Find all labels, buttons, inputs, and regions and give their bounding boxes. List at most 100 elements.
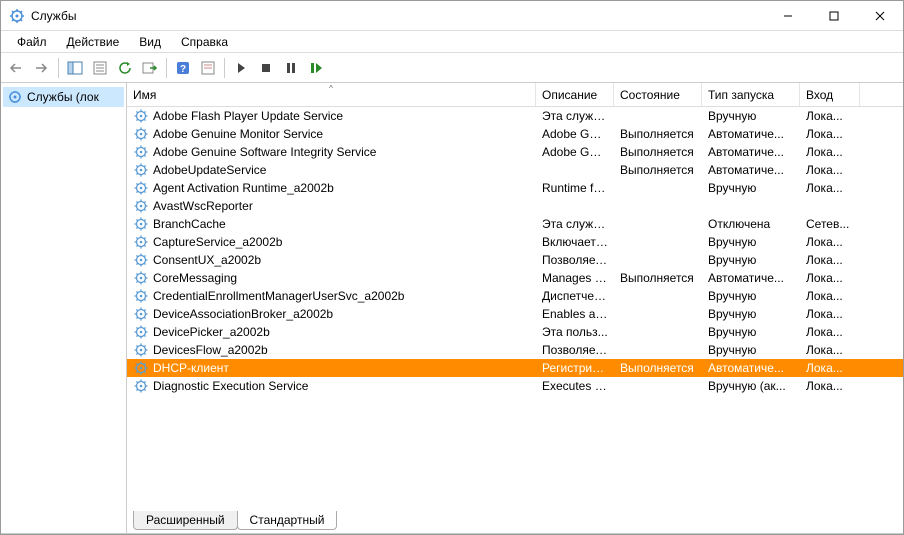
service-desc-cell: Эта служб... [536, 216, 614, 232]
close-button[interactable] [857, 1, 903, 31]
menu-view[interactable]: Вид [129, 33, 171, 51]
service-desc-cell [536, 169, 614, 171]
minimize-button[interactable] [765, 1, 811, 31]
restart-button[interactable] [304, 56, 328, 80]
service-logon-cell: Лока... [800, 180, 860, 196]
service-state-cell [614, 295, 702, 297]
svg-text:?: ? [180, 64, 186, 75]
menubar: Файл Действие Вид Справка [1, 31, 903, 53]
toolbar-separator [58, 58, 59, 78]
service-startup-cell: Вручную [702, 306, 800, 322]
service-desc-cell: Включает ... [536, 234, 614, 250]
service-logon-cell: Лока... [800, 360, 860, 376]
service-row[interactable]: Adobe Genuine Monitor ServiceAdobe Gen..… [127, 125, 903, 143]
service-row[interactable]: DevicesFlow_a2002bПозволяет...ВручнуюЛок… [127, 341, 903, 359]
service-row[interactable]: DHCP-клиентРегистрир...ВыполняетсяАвтома… [127, 359, 903, 377]
service-logon-cell: Лока... [800, 144, 860, 160]
gear-icon [133, 198, 149, 214]
stop-button[interactable] [254, 56, 278, 80]
service-startup-cell: Вручную [702, 108, 800, 124]
service-row[interactable]: CredentialEnrollmentManagerUserSvc_a2002… [127, 287, 903, 305]
properties-alt-button[interactable] [196, 56, 220, 80]
service-row[interactable]: Agent Activation Runtime_a2002bRuntime f… [127, 179, 903, 197]
service-row[interactable]: Adobe Flash Player Update ServiceЭта слу… [127, 107, 903, 125]
service-name: AdobeUpdateService [153, 163, 266, 177]
column-state[interactable]: Состояние [614, 83, 702, 106]
export-button[interactable] [138, 56, 162, 80]
tab-standard[interactable]: Стандартный [237, 511, 338, 530]
play-button[interactable] [229, 56, 253, 80]
service-row[interactable]: DeviceAssociationBroker_a2002bEnables ap… [127, 305, 903, 323]
tree-root-services[interactable]: Службы (лок [3, 87, 124, 107]
maximize-button[interactable] [811, 1, 857, 31]
service-desc-cell: Adobe Gen... [536, 144, 614, 160]
service-state-cell: Выполняется [614, 126, 702, 142]
service-row[interactable]: ConsentUX_a2002bПозволяет...ВручнуюЛока.… [127, 251, 903, 269]
service-state-cell [614, 349, 702, 351]
service-name-cell: Adobe Genuine Monitor Service [127, 125, 536, 143]
service-name-cell: CaptureService_a2002b [127, 233, 536, 251]
service-state-cell [614, 241, 702, 243]
service-row[interactable]: DevicePicker_a2002bЭта польз...ВручнуюЛо… [127, 323, 903, 341]
nav-forward-button[interactable] [30, 56, 54, 80]
column-name[interactable]: ^Имя [127, 83, 536, 106]
service-startup-cell: Автоматиче... [702, 270, 800, 286]
service-logon-cell: Лока... [800, 252, 860, 268]
service-startup-cell: Вручную (ак... [702, 378, 800, 394]
service-name-cell: DeviceAssociationBroker_a2002b [127, 305, 536, 323]
services-icon [7, 89, 23, 105]
toolbar-separator [166, 58, 167, 78]
column-headers: ^Имя Описание Состояние Тип запуска Вход [127, 83, 903, 107]
menu-action[interactable]: Действие [57, 33, 130, 51]
column-description[interactable]: Описание [536, 83, 614, 106]
service-row[interactable]: BranchCacheЭта служб...ОтключенаСетев... [127, 215, 903, 233]
service-row[interactable]: Diagnostic Execution ServiceExecutes di.… [127, 377, 903, 395]
service-desc-cell: Позволяет... [536, 252, 614, 268]
sort-arrow-icon: ^ [329, 84, 333, 93]
service-logon-cell: Лока... [800, 342, 860, 358]
service-name: Agent Activation Runtime_a2002b [153, 181, 334, 195]
gear-icon [133, 234, 149, 250]
gear-icon [133, 270, 149, 286]
menu-help[interactable]: Справка [171, 33, 238, 51]
service-name-cell: Agent Activation Runtime_a2002b [127, 179, 536, 197]
show-hide-tree-button[interactable] [63, 56, 87, 80]
service-startup-cell: Автоматиче... [702, 360, 800, 376]
gear-icon [133, 306, 149, 322]
refresh-button[interactable] [113, 56, 137, 80]
service-desc-cell: Adobe Gen... [536, 126, 614, 142]
service-name-cell: CredentialEnrollmentManagerUserSvc_a2002… [127, 287, 536, 305]
service-startup-cell: Вручную [702, 234, 800, 250]
service-name-cell: AdobeUpdateService [127, 161, 536, 179]
column-logon[interactable]: Вход [800, 83, 860, 106]
toolbar-separator [224, 58, 225, 78]
column-startup[interactable]: Тип запуска [702, 83, 800, 106]
gear-icon [133, 252, 149, 268]
menu-file[interactable]: Файл [7, 33, 57, 51]
tab-extended[interactable]: Расширенный [133, 511, 238, 530]
view-tabs: Расширенный Стандартный [127, 511, 903, 533]
service-name-cell: CoreMessaging [127, 269, 536, 287]
service-startup-cell: Автоматиче... [702, 144, 800, 160]
help-button[interactable]: ? [171, 56, 195, 80]
service-row[interactable]: AvastWscReporter [127, 197, 903, 215]
properties-button[interactable] [88, 56, 112, 80]
service-row[interactable]: AdobeUpdateServiceВыполняетсяАвтоматиче.… [127, 161, 903, 179]
tree-pane[interactable]: Службы (лок [1, 83, 127, 533]
pause-button[interactable] [279, 56, 303, 80]
service-name: BranchCache [153, 217, 226, 231]
nav-back-button[interactable] [5, 56, 29, 80]
service-row[interactable]: CoreMessagingManages c...ВыполняетсяАвто… [127, 269, 903, 287]
service-row[interactable]: Adobe Genuine Software Integrity Service… [127, 143, 903, 161]
service-state-cell [614, 223, 702, 225]
service-logon-cell: Лока... [800, 378, 860, 394]
service-list[interactable]: Adobe Flash Player Update ServiceЭта слу… [127, 107, 903, 511]
service-logon-cell: Лока... [800, 270, 860, 286]
service-row[interactable]: CaptureService_a2002bВключает ... Вручную… [127, 233, 903, 251]
service-logon-cell: Лока... [800, 306, 860, 322]
service-startup-cell: Отключена [702, 216, 800, 232]
service-name: DevicePicker_a2002b [153, 325, 270, 339]
service-logon-cell: Лока... [800, 126, 860, 142]
service-name-cell: Adobe Genuine Software Integrity Service [127, 143, 536, 161]
service-logon-cell: Лока... [800, 288, 860, 304]
